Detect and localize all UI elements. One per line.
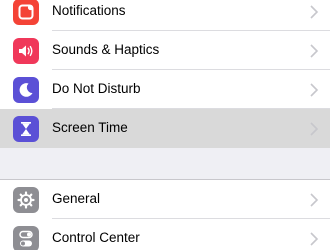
settings-screen: Notifications Sounds & Haptics Do Not Di… [0, 0, 330, 250]
settings-group-primary: Notifications Sounds & Haptics Do Not Di… [0, 0, 330, 148]
moon-icon [13, 77, 39, 103]
settings-row-sounds-haptics[interactable]: Sounds & Haptics [0, 31, 330, 70]
toggles-icon [13, 226, 39, 250]
chevron-right-icon [310, 44, 319, 58]
settings-row-screen-time[interactable]: Screen Time [0, 109, 330, 148]
gear-icon [13, 187, 39, 213]
settings-row-label: Control Center [52, 230, 140, 245]
settings-row-notifications[interactable]: Notifications [0, 0, 330, 31]
settings-row-general[interactable]: General [0, 180, 330, 219]
speaker-icon [13, 38, 39, 64]
settings-row-control-center[interactable]: Control Center [0, 219, 330, 250]
chevron-right-icon [310, 5, 319, 19]
settings-row-label: General [52, 191, 101, 206]
settings-row-label: Notifications [52, 3, 126, 18]
chevron-right-icon [310, 83, 319, 97]
settings-row-label: Sounds & Haptics [52, 42, 160, 57]
hourglass-icon [13, 116, 39, 142]
settings-row-label: Do Not Disturb [52, 81, 141, 96]
settings-row-label: Screen Time [52, 120, 128, 135]
settings-row-do-not-disturb[interactable]: Do Not Disturb [0, 70, 330, 109]
chevron-right-icon [310, 232, 319, 246]
chevron-right-icon [310, 122, 319, 136]
settings-group-general: General Control Center [0, 180, 330, 250]
chevron-right-icon [310, 193, 319, 207]
notifications-icon [13, 0, 39, 25]
